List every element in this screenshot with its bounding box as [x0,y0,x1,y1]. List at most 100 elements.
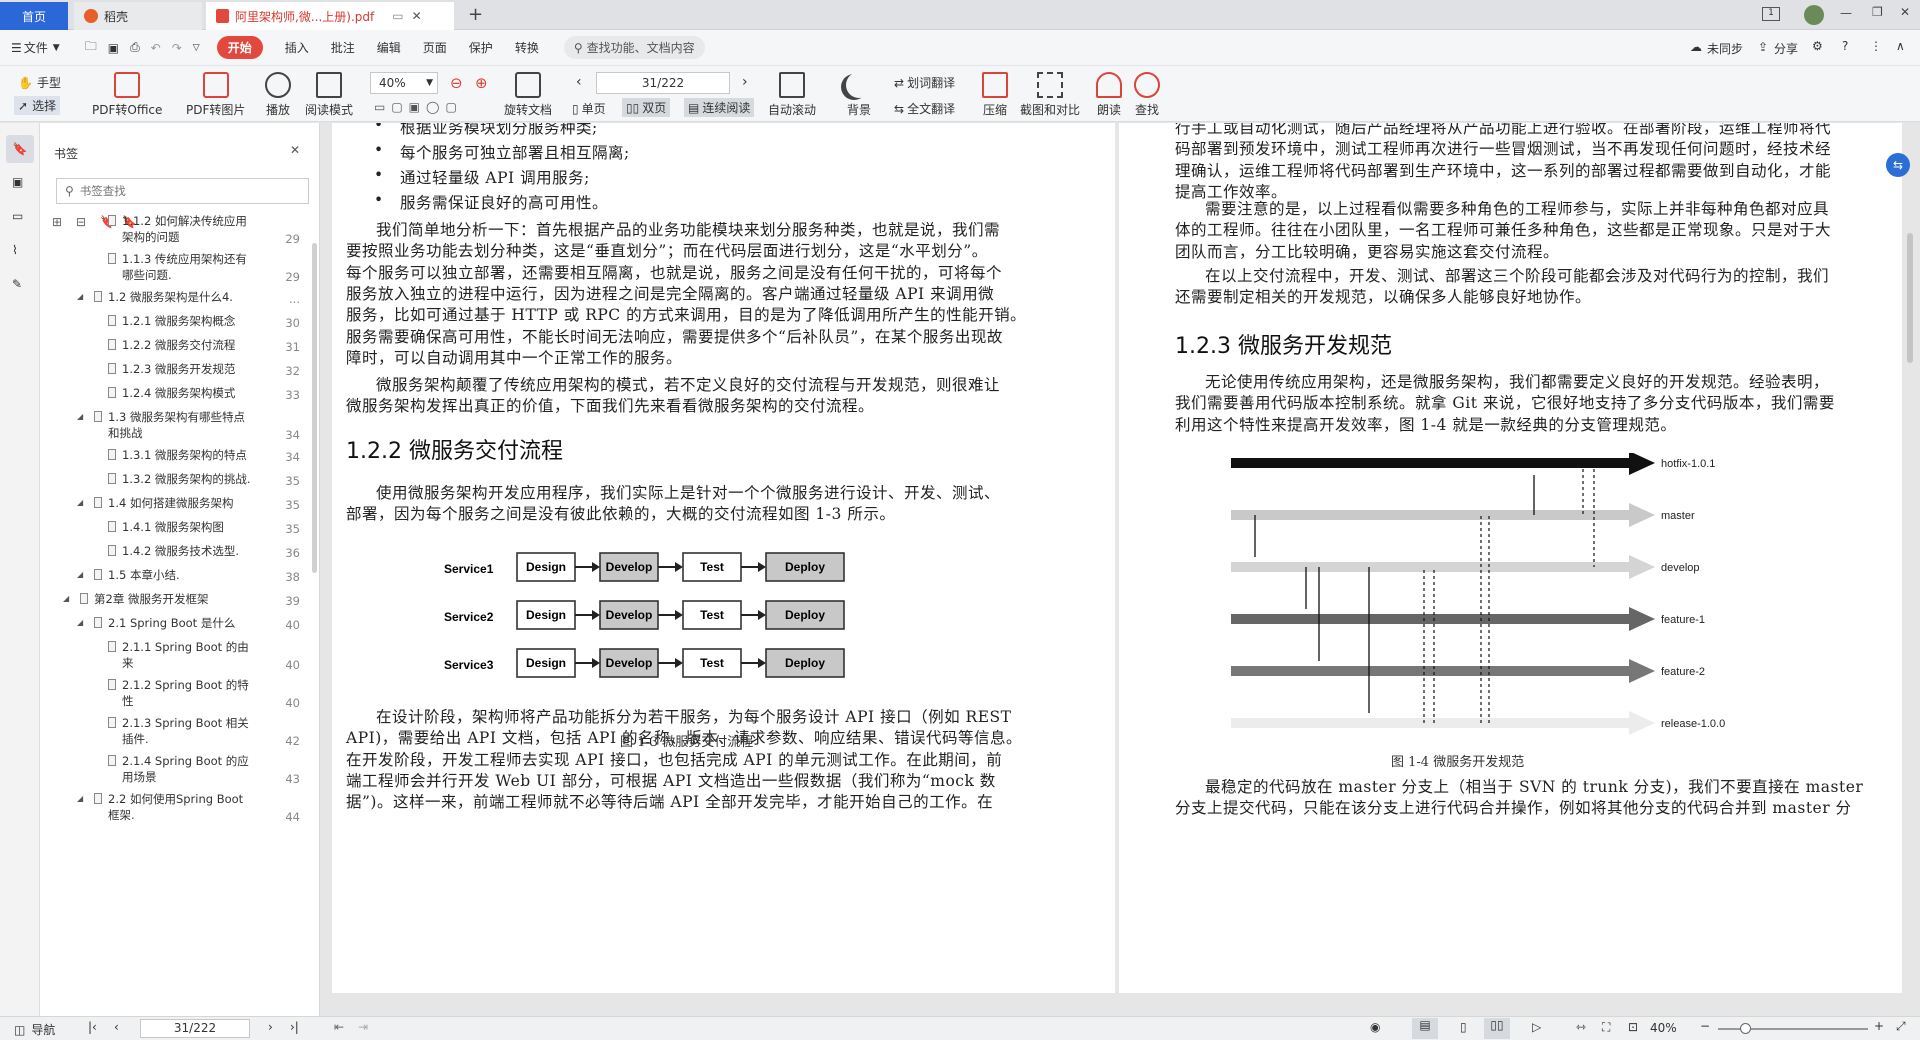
menu-annotate[interactable]: 批注 [331,39,355,56]
zoom-slider-thumb[interactable] [1740,1023,1751,1034]
bookmark-item[interactable]: 1.1.3 传统应用架构还有 哪些问题. 29 [40,251,310,289]
sync-label[interactable]: 未同步 [1707,40,1743,57]
bookmark-item[interactable]: 2.1.2 Spring Boot 的特性 40 [40,677,310,715]
page-tools-icons[interactable]: ▭▢▣◯▢ [374,100,463,114]
menu-convert[interactable]: 转换 [515,39,539,56]
fit-width-icon[interactable]: ⇿ [1576,1020,1586,1034]
continuous-status-icon[interactable]: ▤ [1412,1018,1438,1039]
eye-icon[interactable]: ◉ [1370,1020,1380,1034]
expand-arrow-icon[interactable]: ◢ [63,591,69,607]
hamburger-icon[interactable]: ☰ [11,41,22,55]
prev-page-status-icon[interactable]: ‹ [114,1020,119,1034]
status-page-input[interactable]: 31/222 [140,1019,250,1038]
save-icon[interactable]: ▣ [108,41,119,55]
pdf-to-office-button[interactable]: PDF转Office [92,72,162,118]
menu-start[interactable]: 开始 [216,36,263,59]
bookmark-item[interactable]: ◢ 1.3 微服务架构有哪些特点 和挑战 34 [40,409,310,447]
expand-arrow-icon[interactable]: ◢ [77,567,83,583]
close-window-icon[interactable]: ✕ [1900,5,1910,19]
expand-arrow-icon[interactable]: ◢ [77,615,83,631]
more-icon[interactable]: ▽ [193,43,200,53]
print-icon[interactable]: ⎙ [130,40,140,55]
signature-panel-icon[interactable]: ✎ [12,277,22,291]
bookmark-item[interactable]: ◢ 2.2 如何使用Spring Boot 框架. 44 [40,791,310,829]
pdf-to-image-button[interactable]: PDF转图片 [186,72,245,118]
bookmark-item[interactable]: ◢ 1.2 微服务架构是什么4.... [40,289,310,313]
chevron-down-icon[interactable]: ▼ [53,43,60,53]
menu-insert[interactable]: 插入 [285,39,309,56]
word-translate-button[interactable]: ⇄ 划词翻译 [894,74,955,91]
thumbnail-panel-icon[interactable]: ▣ [12,175,23,189]
last-page-icon[interactable]: ›| [290,1020,299,1034]
select-tool[interactable]: ➚ 选择 [14,96,61,115]
bookmark-item[interactable]: ◢ 第2章 微服务开发框架 39 [40,591,310,615]
zoom-in-icon[interactable]: ⊕ [475,74,488,92]
single-page-button[interactable]: ▯ 单页 [572,100,606,117]
single-status-icon[interactable]: ▯ [1460,1020,1467,1034]
double-page-button[interactable]: ▯▯ 双页 [622,98,671,117]
attachment-panel-icon[interactable]: ⌇ [12,243,18,257]
nav-toggle[interactable]: ◫ 导航 [14,1021,55,1038]
compress-button[interactable]: 压缩 [982,72,1008,118]
vertical-scrollbar[interactable] [1907,233,1913,363]
zoom-out-icon[interactable]: ⊖ [450,74,463,92]
rotate-button[interactable]: 旋转文档 [504,72,552,118]
cloud-sync-icon[interactable]: ☁ [1690,40,1702,54]
bookmark-item[interactable]: 1.4.1 微服务架构图 35 [40,519,310,543]
next-page-icon[interactable]: › [742,74,748,90]
bookmark-item[interactable]: 1.2.1 微服务架构概念 30 [40,313,310,337]
screenshot-button[interactable]: 截图和对比 [1020,72,1080,118]
bookmark-item[interactable]: 1.4.2 微服务技术选型. 36 [40,543,310,567]
tab-pin-icon[interactable]: ▭ [392,9,403,23]
document-viewer[interactable]: • 根据业务模块划分服务种类; • 每个服务可独立部署且相互隔离; • 通过轻量级 API… [320,123,1920,1016]
zoom-select[interactable]: 40% ▼ [370,72,438,94]
tab-document[interactable]: 阿里架构师,微...上册).pdf ▭ ✕ [206,2,454,30]
restore-icon[interactable]: ❐ [1872,5,1883,19]
share-icon[interactable]: ⇪ [1758,40,1768,54]
tab-daoke[interactable]: 稻壳 [74,2,202,30]
bookmark-item[interactable]: 1.2.2 微服务交付流程 31 [40,337,310,361]
comment-panel-icon[interactable]: ▭ [12,209,23,223]
share-label[interactable]: 分享 [1774,40,1798,57]
read-mode-button[interactable]: 阅读模式 [305,72,353,118]
sidebar-scrollbar[interactable] [312,243,317,573]
full-translate-button[interactable]: ⇆ 全文翻译 [894,100,955,117]
bookmark-item[interactable]: 1.1.2 如何解决传统应用 架构的问题 29 [40,213,310,251]
undo-icon[interactable]: ↶ [151,41,161,55]
minimize-icon[interactable]: — [1840,6,1852,20]
fullscreen-icon[interactable]: ⤢ [1896,1019,1906,1034]
prev-page-icon[interactable]: ‹ [576,74,582,90]
first-page-icon[interactable]: |‹ [88,1020,97,1034]
bookmark-item[interactable]: 1.2.3 微服务开发规范 32 [40,361,310,385]
expand-arrow-icon[interactable]: ◢ [77,289,83,305]
bookmark-item[interactable]: ◢ 1.4 如何搭建微服务架构 35 [40,495,310,519]
status-zoom[interactable]: 40% [1650,1021,1677,1035]
bookmark-panel-icon[interactable]: 🔖 [6,135,34,163]
menu-page[interactable]: 页面 [423,39,447,56]
menu-edit[interactable]: 编辑 [377,39,401,56]
floating-assistant-icon[interactable]: ⇆ [1886,153,1910,177]
tab-close-icon[interactable]: ✕ [412,9,422,23]
page-input[interactable]: 31/222 [596,72,730,94]
help-icon[interactable]: ? [1842,39,1848,53]
tab-home[interactable]: 首页 [0,2,68,30]
collapse-ribbon-icon[interactable]: ∧ [1896,39,1905,53]
back-icon[interactable]: ⇤ [334,1020,344,1034]
settings-icon[interactable]: ⚙ [1812,39,1823,53]
window-mode-icon[interactable]: 1 [1762,7,1780,21]
menu-file[interactable]: 文件 [24,39,48,56]
zoom-out-status-icon[interactable]: − [1700,1019,1710,1033]
continuous-button[interactable]: ▤ 连续阅读 [684,98,755,117]
bookmark-item[interactable]: ◢ 1.5 本章小结. 38 [40,567,310,591]
bookmark-item[interactable]: ◢ 2.1 Spring Boot 是什么 40 [40,615,310,639]
bookmark-item[interactable]: 1.2.4 微服务架构模式 33 [40,385,310,409]
menu-more-icon[interactable]: ⋮ [1870,39,1882,53]
bookmark-item[interactable]: 2.1.3 Spring Boot 相关 插件. 42 [40,715,310,753]
open-icon[interactable]: 🗀 [85,37,97,58]
fit-window-icon[interactable]: ⊡ [1628,1020,1638,1034]
play-button[interactable]: 播放 [265,72,291,118]
feature-search[interactable]: ⚲ 查找功能、文档内容 [563,36,705,59]
double-status-icon[interactable]: ▯▯ [1484,1018,1510,1039]
zoom-in-status-icon[interactable]: + [1874,1019,1884,1033]
redo-icon[interactable]: ↷ [172,41,182,55]
